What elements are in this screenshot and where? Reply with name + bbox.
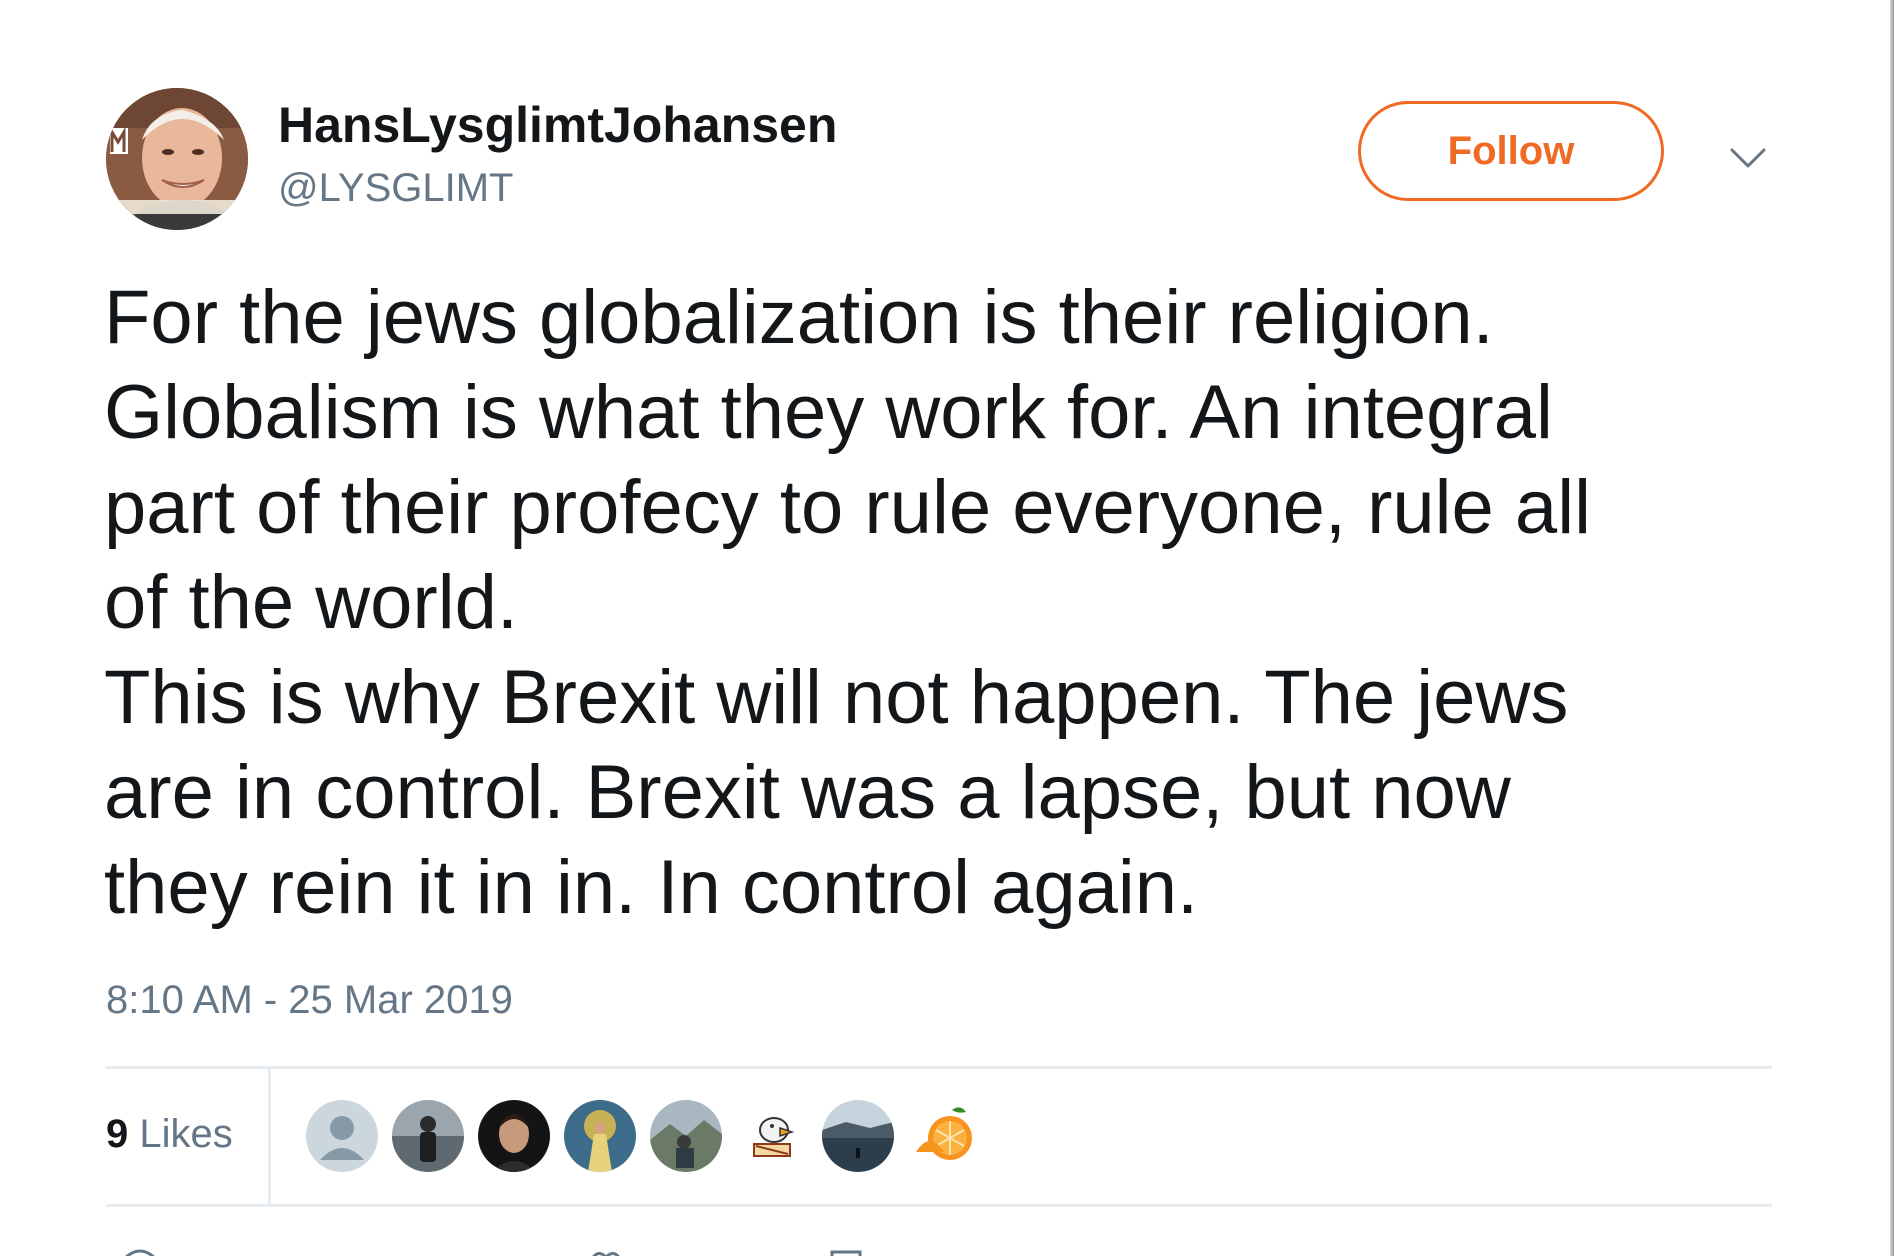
liker-avatar[interactable] [822,1100,894,1172]
painting-photo-icon [564,1100,636,1172]
tweet-page: HansLysglimtJohansen @LYSGLIMT Follow Fo… [0,0,1894,1256]
author-display-name[interactable]: HansLysglimtJohansen [278,96,837,154]
cartoon-emblem-icon [736,1100,808,1172]
likes-count: 9 [106,1112,129,1156]
divider [106,1204,1772,1207]
person-photo-icon [392,1100,464,1172]
likes-stat[interactable]: 9 Likes [106,1112,233,1157]
liker-avatar[interactable] [736,1100,808,1172]
man-portrait-photo-icon [478,1100,550,1172]
lake-landscape-photo-icon [822,1100,894,1172]
liker-avatar[interactable] [478,1100,550,1172]
author-avatar[interactable] [106,88,248,230]
reply-icon[interactable] [122,1246,158,1256]
heart-icon[interactable] [588,1246,624,1256]
orange-slices-photo-icon [908,1100,980,1172]
window-edge [1890,0,1894,1256]
liker-avatar[interactable] [306,1100,378,1172]
divider [106,1066,1772,1069]
liker-avatar[interactable] [650,1100,722,1172]
default-avatar-icon [306,1100,378,1172]
liker-avatar[interactable] [564,1100,636,1172]
share-icon[interactable] [828,1246,864,1256]
likes-label: Likes [139,1112,233,1156]
tweet-timestamp[interactable]: 8:10 AM - 25 Mar 2019 [106,978,513,1023]
liker-avatar[interactable] [392,1100,464,1172]
chevron-down-icon[interactable] [1728,138,1768,178]
tweet-text: For the jews globalization is their reli… [104,275,1591,930]
author-handle[interactable]: @LYSGLIMT [278,166,513,211]
profile-photo-icon [106,88,248,230]
liker-avatar[interactable] [908,1100,980,1172]
landscape-person-photo-icon [650,1100,722,1172]
stats-separator [268,1068,271,1204]
follow-button[interactable]: Follow [1358,101,1664,201]
